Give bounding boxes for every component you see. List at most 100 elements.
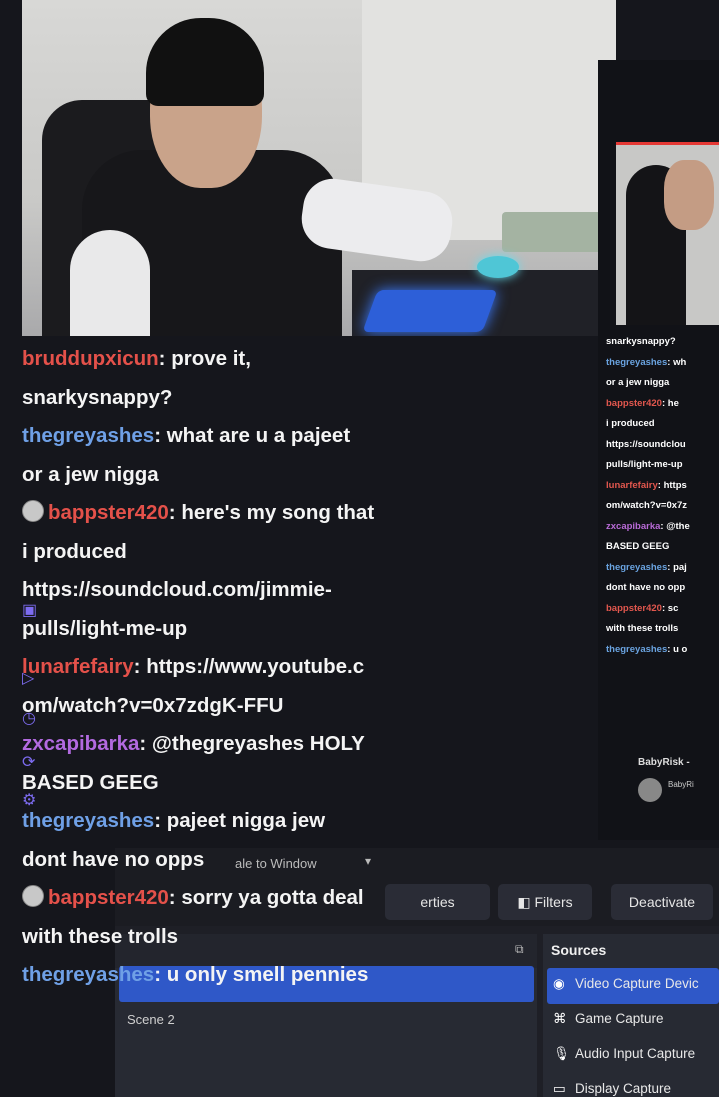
- chat-line: snarkysnappy?: [22, 379, 472, 418]
- preview-chat-line: BASED GEEG: [606, 537, 719, 558]
- chat-line: https://soundcloud.com/jimmie-: [22, 571, 472, 610]
- chat-text: sorry ya gotta deal: [181, 886, 364, 909]
- preview-chat-line: bappster420: sc: [606, 602, 679, 614]
- chat-username[interactable]: bruddupxicun: [22, 347, 159, 370]
- preview-chat-line: pulls/light-me-up: [606, 455, 719, 476]
- preview-text: i produced: [606, 418, 655, 429]
- chat-username[interactable]: thegreyashes: [22, 424, 154, 447]
- preview-text: u o: [673, 643, 688, 655]
- webcam-feed: [22, 0, 616, 336]
- source-item[interactable]: ◉ Video Capture Devic: [553, 976, 699, 992]
- preview-chat-line: snarkysnappy?: [606, 332, 719, 353]
- preview-text: pulls/light-me-up: [606, 459, 683, 470]
- camera-icon: ◉: [553, 976, 565, 991]
- source-item[interactable]: ⌘ Game Capture: [553, 1011, 664, 1027]
- preview-username: lunarfefairy: [606, 479, 658, 491]
- chat-text: with these trolls: [22, 924, 179, 948]
- preview-chat-line: https://soundclou: [606, 435, 719, 456]
- chat-text: what are u a pajeet: [166, 424, 351, 447]
- chat-line: bruddupxicun: prove it,: [22, 347, 251, 370]
- chat-message: bruddupxicun: prove it, snarkysnappy?: [22, 340, 472, 417]
- preview-chat-line: thegreyashes: u o: [606, 643, 688, 655]
- chat-message: thegreyashes: what are u a pajeet or a je…: [22, 417, 472, 494]
- chat-text: om/watch?v=0x7zdgK-FFU: [22, 693, 284, 717]
- scene-item[interactable]: Scene 2: [127, 1012, 175, 1027]
- microphone-icon: 🎙: [553, 1046, 571, 1061]
- chat-text: or a jew nigga: [22, 462, 159, 486]
- preview-text: wh: [673, 356, 687, 368]
- preview-username: thegreyashes: [606, 643, 668, 655]
- preview-username: thegreyashes: [606, 356, 668, 368]
- chat-message: lunarfefairy: https://www.youtube.c om/wa…: [22, 648, 472, 725]
- chat-text: prove it,: [171, 347, 251, 370]
- chat-username[interactable]: thegreyashes: [22, 809, 154, 832]
- chat-line: lunarfefairy: https://www.youtube.c: [22, 655, 365, 678]
- filters-button[interactable]: ◧ Filters: [498, 884, 592, 920]
- preview-stream-name: BabyRisk -: [638, 757, 690, 768]
- chat-line: or a jew nigga: [22, 456, 472, 495]
- preview-stream-sub: BabyRi: [668, 780, 694, 789]
- source-item[interactable]: ▭ Display Capture: [553, 1081, 671, 1097]
- chat-text: i produced: [22, 539, 127, 563]
- chat-message: thegreyashes: pajeet nigga jew dont have …: [22, 802, 472, 879]
- chat-line: thegreyashes: u only smell pennies: [22, 963, 369, 986]
- preview-text: with these trolls: [606, 623, 679, 634]
- deactivate-button[interactable]: Deactivate: [611, 884, 713, 920]
- preview-username: thegreyashes: [606, 561, 668, 573]
- sources-title: Sources: [551, 942, 607, 958]
- chat-line: om/watch?v=0x7zdgK-FFU: [22, 687, 472, 726]
- preview-chat-line: bappster420: he: [606, 397, 679, 409]
- avatar: [638, 778, 662, 802]
- chat-line: bappster420: sorry ya gotta deal: [22, 879, 472, 918]
- dock-float-icon[interactable]: ⧉: [515, 942, 524, 957]
- chat-line: bappster420: here's my song that: [22, 494, 472, 533]
- preview-text: om/watch?v=0x7z: [606, 500, 688, 511]
- chat-username[interactable]: bappster420: [48, 501, 169, 524]
- chat-text: pulls/light-me-up: [22, 616, 188, 640]
- chat-message: bappster420: here's my song that i produc…: [22, 494, 472, 648]
- preview-chat-line: i produced: [606, 414, 719, 435]
- chat-text: here's my song that: [181, 501, 375, 524]
- monitor-icon: ▭: [553, 1081, 566, 1096]
- chat-line: dont have no opps: [22, 841, 472, 880]
- source-item[interactable]: 🎙 Audio Input Capture: [553, 1046, 695, 1062]
- chat-line: thegreyashes: what are u a pajeet: [22, 424, 351, 447]
- filter-icon: ◧: [517, 894, 531, 910]
- chat-message: thegreyashes: u only smell pennies: [22, 956, 472, 995]
- preview-text: https://soundclou: [606, 438, 686, 450]
- gamepad-icon: ⌘: [553, 1011, 567, 1026]
- chat-text: BASED GEEG: [22, 770, 159, 794]
- chat-text: @thegreyashes HOLY: [151, 732, 365, 755]
- preview-chat-line: with these trolls: [606, 619, 719, 640]
- preview-text: @the: [666, 520, 690, 532]
- preview-chat-line: dont have no opp: [606, 578, 719, 599]
- preview-text: or a jew nigga: [606, 377, 670, 388]
- chat-line: i produced: [22, 533, 472, 572]
- preview-chat-line: thegreyashes: wh: [606, 356, 687, 368]
- chat-username[interactable]: thegreyashes: [22, 963, 154, 986]
- preview-username: bappster420: [606, 397, 662, 409]
- chat-username[interactable]: lunarfefairy: [22, 655, 134, 678]
- chat-line: with these trolls: [22, 918, 472, 957]
- preview-text: https: [663, 479, 687, 491]
- chat-text: u only smell pennies: [166, 963, 369, 986]
- chat-line: zxcapibarka: @thegreyashes HOLY: [22, 732, 365, 755]
- chat-line: BASED GEEG: [22, 764, 472, 803]
- chat-text: pajeet nigga jew: [166, 809, 326, 832]
- preview-chat-line: or a jew nigga: [606, 373, 719, 394]
- chat-overlay: bruddupxicun: prove it, snarkysnappy? theg…: [22, 340, 472, 995]
- preview-chat-line: lunarfefairy: https: [606, 479, 687, 491]
- chat-text: snarkysnappy?: [22, 385, 173, 409]
- preview-chat-line: thegreyashes: paj: [606, 561, 687, 573]
- chat-text: https://www.youtube.c: [146, 655, 365, 678]
- preview-webcam: [616, 145, 719, 325]
- chat-username[interactable]: zxcapibarka: [22, 732, 139, 755]
- chat-text: https://soundcloud.com/jimmie-: [22, 578, 332, 601]
- chat-message: zxcapibarka: @thegreyashes HOLY BASED GEE…: [22, 725, 472, 802]
- preview-chat-line: zxcapibarka: @the: [606, 520, 690, 532]
- preview-username: zxcapibarka: [606, 520, 661, 532]
- chat-line: pulls/light-me-up: [22, 610, 472, 649]
- preview-chat-line: om/watch?v=0x7z: [606, 496, 719, 517]
- chat-message: bappster420: sorry ya gotta deal with the…: [22, 879, 472, 956]
- chat-username[interactable]: bappster420: [48, 886, 169, 909]
